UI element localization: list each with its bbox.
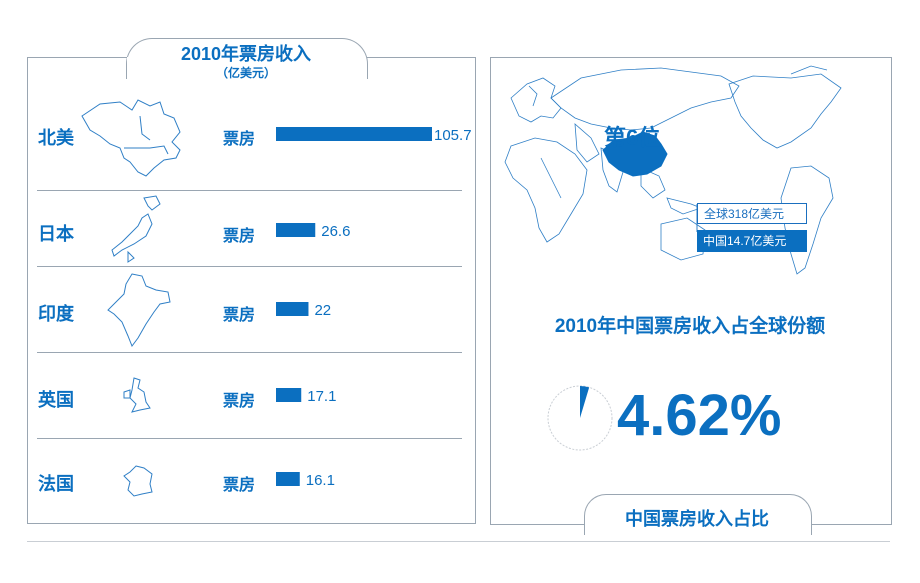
footer-title: 中国票房收入占比: [625, 509, 769, 529]
world-map: [504, 65, 842, 275]
share-pie-chart: [547, 385, 613, 451]
bar-3: [276, 388, 302, 402]
bar-2: [276, 302, 309, 316]
global-total-box: 全球318亿美元: [697, 203, 807, 224]
china-total-box: 中国14.7亿美元: [697, 230, 807, 252]
rank-label: 第6位: [604, 125, 661, 150]
bar-value-label-1: 26.6: [321, 223, 350, 240]
share-value: 4.62%: [617, 383, 782, 448]
bar-value-label-3: 17.1: [307, 388, 336, 405]
bar-value-label-0: 105.7: [434, 127, 472, 144]
share-title: 2010年中国票房收入占全球份额: [554, 316, 826, 337]
bar-4: [276, 472, 300, 486]
bar-value-label-4: 16.1: [306, 472, 335, 489]
bottom-divider: [27, 541, 890, 542]
bar-0: [276, 127, 432, 141]
pie-slice-china: [580, 386, 590, 418]
bar-1: [276, 223, 316, 237]
bar-value-label-2: 22: [314, 302, 331, 319]
